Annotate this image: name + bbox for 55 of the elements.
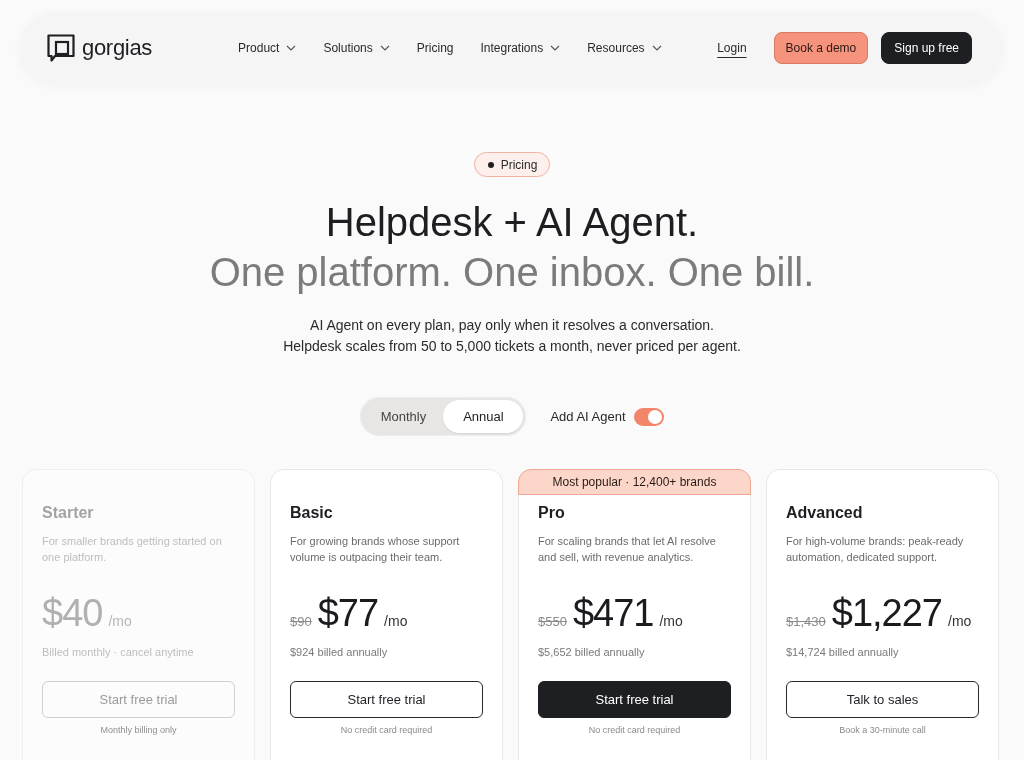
ai-agent-label: Add AI Agent: [550, 409, 626, 424]
billing-note: $924 billed annually: [290, 645, 389, 659]
nav-link[interactable]: Integrations: [480, 41, 561, 55]
nav-link[interactable]: Resources: [587, 41, 662, 55]
plan-description: For growing brands whose support volume is outpacing their team.: [290, 534, 461, 565]
old-price: $1,430: [786, 614, 826, 629]
chevron-down-icon: [550, 45, 561, 51]
chevron-down-icon: [286, 45, 297, 51]
logo-icon[interactable]: [47, 34, 75, 62]
billing-note: $5,652 billed annually: [538, 645, 646, 659]
cta-button[interactable]: Start free trial: [290, 681, 483, 718]
chevron-down-icon: [651, 45, 662, 51]
nav-link[interactable]: Solutions: [323, 41, 390, 55]
billing-option[interactable]: Annual: [443, 400, 524, 433]
nav-link[interactable]: Product: [238, 41, 297, 55]
nav-button[interactable]: Sign up free: [881, 32, 972, 64]
plan-name: Pro: [538, 503, 566, 523]
plan-description: For smaller brands getting started on one platform.: [42, 534, 223, 565]
plan-description: For scaling brands that let AI resolve and sell, with revenue analytics.: [538, 534, 717, 565]
plan-price: $77: [317, 593, 379, 633]
ai-agent-switch[interactable]: [633, 407, 664, 426]
cta-note: No credit card required: [587, 724, 682, 736]
plan-name: Advanced: [786, 503, 864, 523]
hero-subtitle: One platform. One inbox. One bill.: [208, 249, 816, 296]
plan-price: $471: [572, 593, 654, 633]
billing-note: Billed monthly · cancel anytime: [42, 645, 195, 659]
cta-note: Monthly billing only: [99, 724, 178, 736]
nav-button[interactable]: Book a demo: [773, 32, 869, 64]
billing-note: $14,724 billed annually: [786, 645, 900, 659]
cta-button[interactable]: Talk to sales: [786, 681, 979, 718]
brand-name[interactable]: gorgias: [82, 35, 153, 61]
billing-option[interactable]: Monthly: [363, 400, 444, 433]
login-link[interactable]: Login: [717, 41, 747, 55]
cta-note: Book a 30-minute call: [838, 724, 927, 736]
dot-icon: [487, 161, 494, 168]
cta-button[interactable]: Start free trial: [538, 681, 731, 718]
plan-price: $40: [42, 593, 103, 633]
tag-label: Pricing: [500, 157, 538, 172]
nav-link[interactable]: Pricing: [416, 41, 454, 55]
popular-banner: Most popular · 12,400+ brands: [518, 469, 751, 495]
price-unit: /mo: [948, 613, 972, 629]
hero-title: Helpdesk + AI Agent.: [324, 199, 700, 246]
price-unit: /mo: [659, 613, 683, 629]
plan-name: Basic: [290, 503, 334, 523]
chevron-down-icon: [379, 45, 390, 51]
hero-description: Helpdesk scales from 50 to 5,000 tickets a month, never priced per agent.: [282, 337, 742, 356]
hero-description: AI Agent on every plan, pay only when it resolves a conversation.: [309, 316, 715, 335]
cta-note: No credit card required: [339, 724, 434, 736]
plan-name: Starter: [42, 503, 95, 523]
plan-description: For high-volume brands: peak-ready automation, dedicated support.: [786, 534, 965, 565]
plan-price: $1,227: [831, 593, 942, 633]
price-unit: /mo: [384, 613, 408, 629]
price-unit: /mo: [108, 613, 132, 629]
old-price: $550: [538, 614, 567, 629]
old-price: $90: [290, 614, 312, 629]
